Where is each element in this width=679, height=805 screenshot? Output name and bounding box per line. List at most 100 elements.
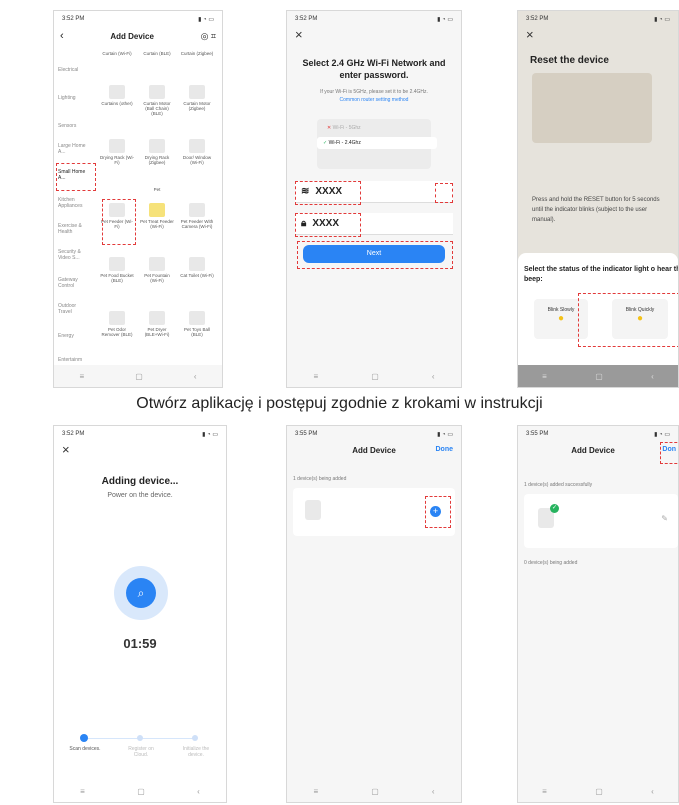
- device-item[interactable]: Pet Toys Ball (BLE): [180, 311, 214, 337]
- scan-icon[interactable]: ◎ ⌗: [201, 31, 216, 42]
- home-icon[interactable]: ▢: [371, 787, 379, 796]
- menu-icon[interactable]: ≡: [314, 787, 319, 796]
- category-item[interactable]: Entertainm: [58, 357, 82, 363]
- status-bar: 3:52 PM ▮ ◔ ▭: [518, 11, 678, 27]
- page-title: Add Device: [110, 31, 154, 41]
- back-nav-icon[interactable]: ‹: [432, 372, 435, 381]
- device-icon: [149, 139, 165, 153]
- device-item[interactable]: Pet Dryer (BLE+Wi-Fi): [140, 311, 174, 337]
- nav-bar: ≡ ▢ ‹: [287, 365, 461, 387]
- device-item[interactable]: Curtain Motor (Zigbee): [180, 85, 214, 111]
- category-item[interactable]: Security & Video S...: [58, 249, 86, 261]
- highlight-blink-quickly: [578, 293, 678, 347]
- highlight-switch-network: [435, 183, 453, 203]
- back-nav-icon[interactable]: ‹: [432, 787, 435, 796]
- close-icon[interactable]: ×: [518, 27, 678, 42]
- status-icons: ▮ ◔ ▭: [654, 431, 670, 438]
- category-item[interactable]: Exercise & Health: [58, 223, 86, 235]
- device-item[interactable]: Curtain (BLE): [140, 51, 174, 56]
- menu-icon[interactable]: ≡: [542, 787, 547, 796]
- edit-icon[interactable]: ✎: [661, 514, 668, 523]
- wifi-subtitle: If your Wi-Fi is 5GHz, please set it to …: [320, 89, 428, 95]
- menu-icon[interactable]: ≡: [314, 372, 319, 381]
- device-icon: [189, 139, 205, 153]
- highlight-small-home: [56, 163, 96, 191]
- indicator-question: Select the status of the indicator light…: [524, 266, 679, 283]
- nav-bar: ≡ ▢ ‹: [518, 365, 678, 387]
- back-nav-icon[interactable]: ‹: [651, 372, 654, 381]
- device-icon: [189, 85, 205, 99]
- wifi-24ghz-option: ✓ Wi-Fi - 2.4Ghz: [317, 137, 437, 149]
- device-item[interactable]: Curtain (Wi-Fi): [100, 51, 134, 56]
- device-item[interactable]: Pet Feeder With Camera (Wi-Fi): [180, 203, 214, 229]
- indicator-sheet: Select the status of the indicator light…: [518, 253, 678, 365]
- status-bar: 3:52 PM ▮ ◔ ▭: [54, 426, 226, 442]
- back-nav-icon[interactable]: ‹: [197, 787, 200, 796]
- device-icon: [109, 311, 125, 325]
- device-item[interactable]: Pet Fountain (Wi-Fi): [140, 257, 174, 283]
- step-dot: [192, 735, 198, 741]
- instruction-caption: Otwórz aplikację i postępuj zgodnie z kr…: [136, 395, 543, 412]
- done-button[interactable]: Done: [436, 446, 454, 453]
- device-item[interactable]: Curtains (other): [100, 85, 134, 106]
- device-item[interactable]: Curtain Motor (Ball Chain) (BLE): [140, 85, 174, 116]
- step-label: Scan devices.: [69, 746, 101, 752]
- close-icon[interactable]: ×: [287, 27, 461, 42]
- device-icon: [149, 257, 165, 271]
- screen-device-added: 3:55 PM ▮ ◔ ▭ Add Device Done 1 device(s)…: [286, 425, 462, 803]
- status-bar: 3:52 PM ▮ ◔ ▭: [54, 11, 222, 27]
- home-icon[interactable]: ▢: [137, 787, 145, 796]
- device-item[interactable]: Drying Rack (Wi-Fi): [100, 139, 134, 165]
- device-icon: [109, 139, 125, 153]
- status-bar: 3:55 PM ▮ ◔ ▭: [287, 426, 461, 442]
- reset-heading: Reset the device: [530, 55, 609, 66]
- adding-subtitle: Power on the device.: [107, 492, 173, 499]
- home-icon[interactable]: ▢: [371, 372, 379, 381]
- device-item[interactable]: Cat Toilet (Wi-Fi): [180, 257, 214, 278]
- screen-reset: 3:52 PM ▮ ◔ ▭ × Reset the device Press an…: [517, 10, 679, 388]
- home-icon[interactable]: ▢: [135, 372, 143, 381]
- screen-adding: 3:52 PM ▮ ◔ ▭ × Adding device... Power on…: [53, 425, 227, 803]
- screen-add-device: 3:52 PM ▮ ◔ ▭ ‹ Add Device ◎ ⌗ Electrical…: [53, 10, 223, 388]
- router-setting-link[interactable]: Common router setting method: [295, 97, 453, 103]
- category-item[interactable]: Lighting: [58, 95, 76, 101]
- status-time: 3:52 PM: [295, 16, 318, 22]
- adding-status: 1 device(s) being added: [293, 476, 347, 482]
- device-item[interactable]: Pet Treat Feeder (Wi-Fi): [140, 203, 174, 229]
- close-icon[interactable]: ×: [54, 442, 226, 457]
- wifi-5ghz-option: ✕ Wi-Fi - 5Ghz: [327, 125, 361, 131]
- menu-icon[interactable]: ≡: [542, 372, 547, 381]
- category-item[interactable]: Gateway Control: [58, 277, 86, 289]
- home-icon[interactable]: ▢: [595, 787, 603, 796]
- category-item[interactable]: Electrical: [58, 67, 78, 73]
- menu-icon[interactable]: ≡: [80, 372, 85, 381]
- device-icon: [189, 257, 205, 271]
- device-card[interactable]: ✓ ✎: [524, 494, 678, 548]
- back-nav-icon[interactable]: ‹: [651, 787, 654, 796]
- nav-bar: ≡ ▢ ‹: [54, 365, 222, 387]
- device-item[interactable]: Drying Rack (Zigbee): [140, 139, 174, 165]
- status-time: 3:55 PM: [526, 431, 549, 437]
- device-icon: [109, 85, 125, 99]
- step-label: Initialize the device.: [182, 746, 210, 758]
- section-label-pet: Pet: [153, 187, 161, 192]
- device-item[interactable]: Pet Odor Remover (BLE): [100, 311, 134, 337]
- category-item[interactable]: Large Home A...: [58, 143, 86, 155]
- device-item[interactable]: Door/ Window (Wi-Fi): [180, 139, 214, 165]
- countdown-timer: 01:59: [123, 636, 157, 651]
- category-item[interactable]: Energy: [58, 333, 74, 339]
- menu-icon[interactable]: ≡: [80, 787, 85, 796]
- screen-added-success: 3:55 PM ▮ ◔ ▭ Add Device Don 1 device(s) …: [517, 425, 679, 803]
- category-item[interactable]: Sensors: [58, 123, 76, 129]
- back-nav-icon[interactable]: ‹: [194, 372, 197, 381]
- category-item[interactable]: Outdoor Travel: [58, 303, 86, 315]
- check-icon: ✓: [550, 504, 559, 513]
- device-icon: [189, 311, 205, 325]
- back-icon[interactable]: ‹: [60, 30, 64, 42]
- screen-wifi: 3:52 PM ▮ ◔ ▭ × Select 2.4 GHz Wi-Fi Netw…: [286, 10, 462, 388]
- nav-bar: ≡ ▢ ‹: [287, 780, 461, 802]
- device-item[interactable]: Curtain (Zigbee): [180, 51, 214, 56]
- device-item[interactable]: Pet Food Bucket (BLE): [100, 257, 134, 283]
- category-item[interactable]: Kitchen Appliances: [58, 197, 88, 209]
- home-icon[interactable]: ▢: [595, 372, 603, 381]
